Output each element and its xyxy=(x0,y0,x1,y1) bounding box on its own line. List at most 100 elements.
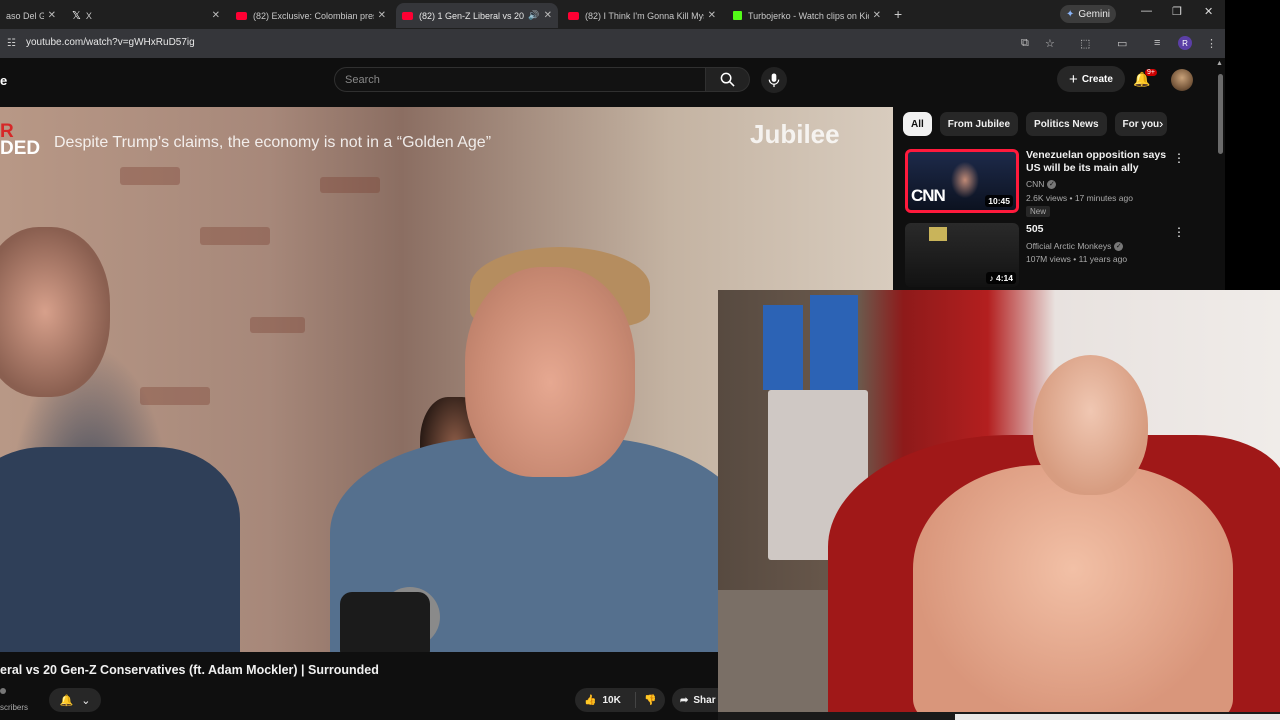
close-icon[interactable]: ✕ xyxy=(48,10,56,21)
microphone-icon xyxy=(768,72,780,87)
recommendation-meta: 2.6K views • 17 minutes ago xyxy=(1026,193,1133,203)
subscriber-count: scribers xyxy=(0,703,29,712)
recommendation-channel[interactable]: CNN ✓ xyxy=(1026,179,1057,190)
search-input[interactable]: Search xyxy=(334,67,706,92)
new-tab-button[interactable]: + xyxy=(894,6,902,22)
channel-avatar[interactable] xyxy=(1171,69,1193,91)
recommendation-title[interactable]: 505 xyxy=(1026,223,1176,236)
brick-wall xyxy=(250,317,305,333)
recommendation-item[interactable]: CNN 10:45 Venezuelan opposition says US … xyxy=(905,149,1205,219)
tab-title: Turbojerko - Watch clips on Kic xyxy=(748,10,869,21)
video-thumbnail[interactable]: ♪ 4:14 xyxy=(905,223,1019,287)
youtube-icon xyxy=(236,11,247,20)
chip-from-jubilee[interactable]: From Jubilee xyxy=(939,112,1019,136)
tab-title: aso Del Gi xyxy=(6,10,44,21)
close-icon[interactable]: ✕ xyxy=(212,10,220,21)
youtube-masthead: e Search + Create 🔔 9+ xyxy=(0,58,1225,102)
subscription-bell-button[interactable]: 🔔 ⌄ xyxy=(49,688,101,712)
view-count: 107M views xyxy=(1026,254,1071,264)
recommendation-channel[interactable]: Official Arctic Monkeys ✓ xyxy=(1026,241,1124,252)
show-logo: R DED xyxy=(0,122,41,159)
thumbnail-art xyxy=(929,227,947,241)
music-note-icon: ♪ xyxy=(989,273,996,283)
brick-wall xyxy=(120,167,180,185)
kick-icon xyxy=(733,11,742,20)
chevron-down-icon: ⌄ xyxy=(81,694,91,707)
create-button[interactable]: + Create xyxy=(1057,66,1125,92)
filter-chips: All From Jubilee Politics News For you xyxy=(903,112,1168,136)
browser-tab-strip: aso Del Gi ✕ 𝕏 X ✕ (82) Exclusive: Colom… xyxy=(0,0,1225,29)
more-options-icon[interactable]: ⋮ xyxy=(1173,151,1185,165)
like-dislike-group: 👍 10K 👎 xyxy=(575,688,665,712)
bookmark-star-icon[interactable]: ☆ xyxy=(1045,37,1055,50)
chip-all[interactable]: All xyxy=(903,112,932,136)
duration-text: 4:14 xyxy=(995,273,1013,283)
window-close-icon[interactable]: ✕ xyxy=(1204,5,1213,18)
scrollbar-thumb[interactable] xyxy=(1218,74,1223,154)
gemini-label: Gemini xyxy=(1078,8,1111,20)
address-bar: ☷ youtube.com/watch?v=gWHxRuD57ig ⧉ ☆ ⬚ … xyxy=(0,29,1225,58)
tab-2[interactable]: 𝕏 X ✕ xyxy=(66,3,226,28)
recommendation-meta: 107M views • 11 years ago xyxy=(1026,254,1128,264)
brick-wall xyxy=(200,227,270,245)
upload-age: 11 years ago xyxy=(1078,254,1128,264)
create-label: Create xyxy=(1081,73,1113,85)
chevron-right-icon[interactable]: › xyxy=(1159,116,1163,131)
profile-avatar[interactable]: R xyxy=(1178,36,1192,50)
minimize-icon[interactable]: — xyxy=(1141,5,1152,17)
voice-search-button[interactable] xyxy=(761,67,787,93)
left-person-body xyxy=(0,447,240,652)
split-view-icon[interactable]: ▭ xyxy=(1117,37,1127,50)
tab-title: (82) I Think I'm Gonna Kill Myse xyxy=(585,10,704,21)
tab-title: (82) Exclusive: Colombian presi xyxy=(253,10,374,21)
restore-icon[interactable]: ❐ xyxy=(1172,5,1182,18)
reading-list-icon[interactable]: ≡ xyxy=(1154,37,1160,49)
speaker-icon[interactable]: 🔊 xyxy=(528,10,539,21)
site-settings-icon[interactable]: ☷ xyxy=(7,38,16,49)
tab-6[interactable]: Turbojerko - Watch clips on Kic ✕ xyxy=(727,3,887,28)
brick-wall xyxy=(140,387,210,405)
webcam-overlay xyxy=(718,290,1280,712)
scroll-up-arrow-icon[interactable]: ▲ xyxy=(1216,60,1223,67)
search-icon xyxy=(720,72,735,87)
tab-4-active[interactable]: (82) 1 Gen-Z Liberal vs 20 G 🔊 ✕ xyxy=(396,3,558,28)
youtube-icon xyxy=(568,11,579,20)
extensions-icon[interactable]: ⬚ xyxy=(1080,37,1090,50)
channel-name: Official Arctic Monkeys xyxy=(1026,241,1112,251)
close-icon[interactable]: ✕ xyxy=(378,10,386,21)
close-icon[interactable]: ✕ xyxy=(873,10,881,21)
close-icon[interactable]: ✕ xyxy=(708,10,716,21)
tab-3[interactable]: (82) Exclusive: Colombian presi ✕ xyxy=(230,3,392,28)
tab-1[interactable]: aso Del Gi ✕ xyxy=(0,3,62,28)
video-duration: ♪ 4:14 xyxy=(986,272,1016,284)
video-thumbnail[interactable]: CNN 10:45 xyxy=(905,149,1019,213)
mic-stand xyxy=(340,592,430,652)
search-button[interactable] xyxy=(705,67,750,92)
tab-5[interactable]: (82) I Think I'm Gonna Kill Myse ✕ xyxy=(562,3,722,28)
channel-avatar-small[interactable] xyxy=(0,688,6,694)
more-options-icon[interactable]: ⋮ xyxy=(1173,225,1185,239)
show-logo-line2: DED xyxy=(0,138,41,159)
video-title: eral vs 20 Gen-Z Conservatives (ft. Adam… xyxy=(0,663,379,677)
cast-icon[interactable]: ⧉ xyxy=(1021,37,1029,50)
recommendation-title[interactable]: Venezuelan opposition says US will be it… xyxy=(1026,149,1176,175)
bell-icon: 🔔 xyxy=(59,694,74,707)
jubilee-watermark: Jubilee xyxy=(750,119,840,149)
recommendation-item[interactable]: ♪ 4:14 505 Official Arctic Monkeys ✓ 107M… xyxy=(905,223,1205,287)
chip-politics-news[interactable]: Politics News xyxy=(1026,112,1107,136)
youtube-icon xyxy=(402,11,413,20)
url-field[interactable]: youtube.com/watch?v=gWHxRuD57ig xyxy=(26,37,195,48)
x-logo-icon: 𝕏 xyxy=(72,10,81,22)
menu-kebab-icon[interactable]: ⋮ xyxy=(1206,37,1217,50)
webcam-box xyxy=(810,295,858,390)
close-icon[interactable]: ✕ xyxy=(544,10,552,21)
thumbs-down-icon: 👎 xyxy=(644,694,657,706)
left-person-head xyxy=(0,227,110,397)
share-label: Shar xyxy=(693,694,716,706)
gemini-button[interactable]: ✦ Gemini xyxy=(1060,5,1116,23)
channel-name: CNN xyxy=(1026,179,1045,189)
like-button[interactable]: 👍 10K xyxy=(575,695,635,706)
youtube-logo[interactable]: e xyxy=(0,73,7,88)
dislike-button[interactable]: 👎 xyxy=(635,692,656,708)
verified-icon: ✓ xyxy=(1114,242,1124,252)
